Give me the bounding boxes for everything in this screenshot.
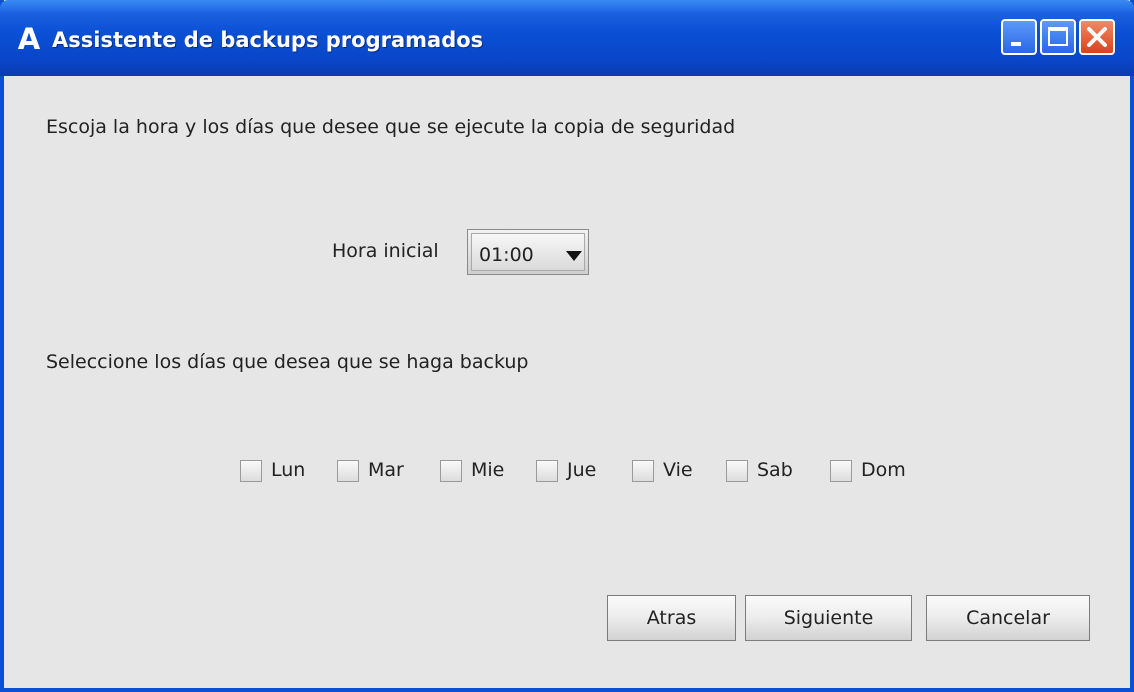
checkbox[interactable] — [240, 460, 262, 482]
wizard-window: A Assistente de backups programados Esco… — [0, 0, 1134, 692]
day-label: Sab — [757, 459, 793, 481]
checkbox[interactable] — [337, 460, 359, 482]
cancel-button[interactable]: Cancelar — [926, 595, 1090, 641]
close-icon — [1087, 27, 1107, 47]
maximize-button[interactable] — [1040, 19, 1076, 55]
checkbox[interactable] — [440, 460, 462, 482]
checkbox[interactable] — [536, 460, 558, 482]
day-label: Mie — [471, 459, 505, 481]
maximize-icon — [1048, 27, 1068, 46]
checkbox[interactable] — [632, 460, 654, 482]
day-label: Jue — [567, 459, 597, 481]
days-instructions: Seleccione los días que desea que se hag… — [46, 351, 529, 373]
day-label: Vie — [663, 459, 693, 481]
back-button[interactable]: Atras — [607, 595, 736, 641]
minimize-button[interactable] — [1001, 19, 1037, 55]
start-time-value: 01:00 — [479, 244, 534, 266]
day-label: Dom — [861, 459, 906, 481]
time-instructions: Escoja la hora y los días que desee que … — [46, 116, 736, 138]
day-label: Mar — [368, 459, 404, 481]
minimize-icon — [1011, 42, 1021, 46]
close-button[interactable] — [1079, 19, 1115, 55]
wizard-content: Escoja la hora y los días que desee que … — [4, 76, 1130, 688]
checkbox[interactable] — [726, 460, 748, 482]
window-title: Assistente de backups programados — [52, 28, 484, 52]
day-label: Lun — [271, 459, 306, 481]
start-time-label: Hora inicial — [332, 240, 439, 262]
next-button[interactable]: Siguiente — [745, 595, 912, 641]
start-time-select-field[interactable]: 01:00 — [471, 233, 585, 271]
checkbox[interactable] — [830, 460, 852, 482]
app-logo-icon: A — [17, 22, 41, 56]
start-time-select[interactable]: 01:00 — [467, 229, 589, 275]
title-bar[interactable]: A Assistente de backups programados — [0, 0, 1134, 76]
dropdown-arrow-icon[interactable] — [565, 250, 583, 262]
